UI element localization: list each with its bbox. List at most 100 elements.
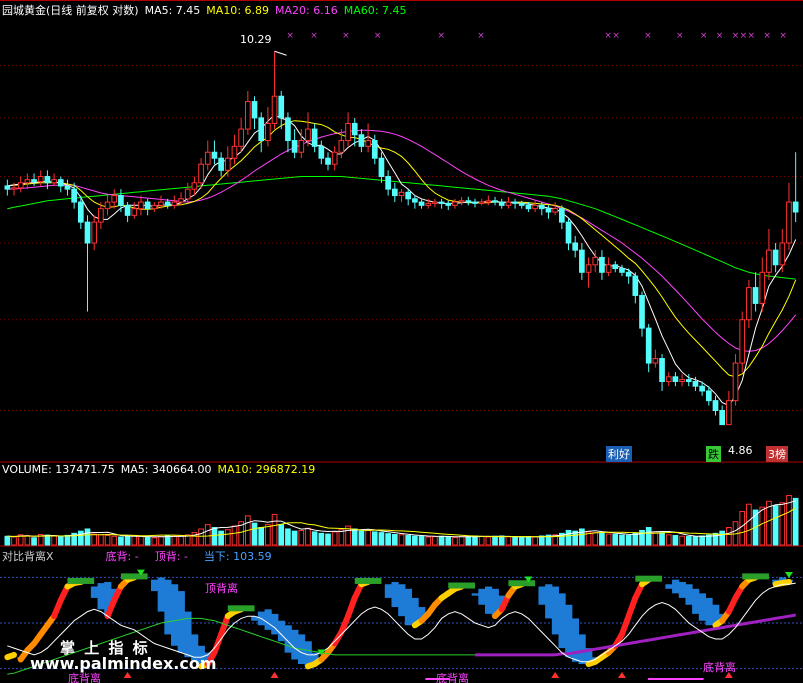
ma5-line [7,113,797,407]
candle-body [191,182,198,190]
candle-body [251,101,258,119]
signal-badge-die: 跌 [706,446,721,462]
candle-body [84,221,91,244]
candle-body [371,140,378,159]
chart-canvas: × × × × × × × × × × × × × × × × × [0,0,803,680]
low-price-label: 4.86 [728,444,753,457]
candle-body [625,271,632,277]
signal-cross-marker: × [700,31,708,41]
volume-bar [659,532,665,546]
panel-frames [0,0,803,547]
signal-cross-marker: × [604,31,612,41]
indicator-falling-band [558,593,566,649]
candle-body [231,145,238,159]
volume-bar [726,527,732,546]
volume-bar [198,528,204,546]
candle-body [311,128,318,147]
indicator-peak-cap [227,605,255,612]
candle-body [659,358,665,382]
volume-bar [98,534,104,546]
candle-body [184,188,191,200]
volume-bar [218,530,224,546]
volume-bar [351,528,358,546]
volume-bar [91,533,98,546]
signal-cross-marker: × [740,31,748,41]
volume-ma10-line [7,507,796,538]
signal-cross-marker: × [374,31,382,41]
signal-badge-bang: 3榜 [766,446,788,462]
volume-bar [291,530,298,546]
volume-bar [138,535,144,546]
candle-body [31,179,37,183]
indicator-falling-band [665,584,673,589]
volume-bar [458,536,465,546]
volume-bar [665,534,672,546]
volume-bar [231,525,238,546]
candle-body [525,204,532,210]
candle-body [619,268,625,273]
signal-cross-marker: × [644,31,652,41]
candle-body [331,151,338,165]
candle-body [458,200,465,203]
candle-body [365,140,371,147]
candle-body [612,264,619,270]
signal-cross-marker: × [716,31,724,41]
candle-body [298,140,305,153]
candle-body [285,117,291,142]
candle-body [492,200,498,203]
stock-chart-window: 园城黄金(日线 前复权 对数) MA5: 7.45 MA10: 6.89 MA20: … [0,0,803,683]
candle-body [632,275,639,296]
candle-body [118,195,124,206]
candle-body [11,187,17,190]
candle-body [679,379,685,382]
volume-bar [325,533,331,546]
candle-body [766,249,772,273]
volume-bar [592,532,599,546]
volume-bar [645,527,652,546]
volume-bar [692,536,699,546]
volume-bar [211,527,218,546]
candle-body [51,179,57,184]
candle-body [57,179,64,187]
volume-bar [318,532,325,546]
divergence-up-arrow [617,672,626,678]
candle-body [138,201,144,210]
candle-body [792,201,799,213]
candle-body [325,157,331,165]
volume-bar [151,537,158,546]
candle-body [599,256,605,273]
indicator-falling-band [571,618,580,662]
signal-cross-marker: × [676,31,684,41]
volume-bar [719,530,726,546]
indicator-peak-cap [120,573,148,580]
candle-body [104,201,111,210]
volume-bar [532,536,538,546]
volume-bar [405,535,412,546]
signal-badge-lihao: 利好 [606,446,632,462]
volume-bar [378,532,385,546]
candle-body [752,287,759,304]
indicator-falling-band [291,629,299,660]
signal-cross-marker: × [748,31,756,41]
candle-body [204,151,211,165]
volume-bar [525,536,532,546]
watermark-url: www.palmindex.com [30,654,217,673]
volume-bar [365,529,371,546]
volume-bar [144,536,151,546]
volume-bar [632,532,639,546]
volume-bar [385,533,391,546]
volume-bar [518,536,525,546]
volume-bar [579,528,585,546]
volume-bar [224,529,231,546]
volume-bar [652,531,659,546]
candle-body [258,117,265,142]
candle-body [345,122,351,142]
bottom-divergence-tag-2: 底背离 [436,672,469,683]
signal-cross-marker: × [437,31,445,41]
candle-body [759,271,766,304]
candle-body [505,201,512,206]
indicator-peak-cap [508,580,536,587]
candle-body [265,122,271,142]
indicator-peak-cap [67,577,95,584]
signal-cross-marker: × [342,31,350,41]
